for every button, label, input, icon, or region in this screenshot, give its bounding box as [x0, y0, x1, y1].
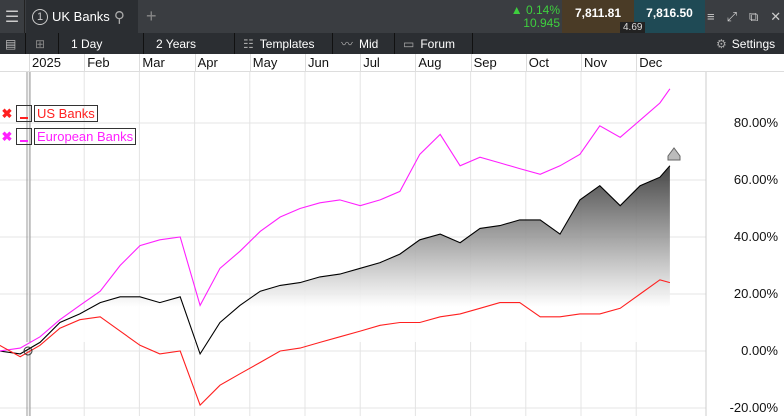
- x-tick-label: May: [252, 55, 278, 70]
- x-tick-label: Apr: [197, 55, 218, 70]
- toolbar: ▤ ⊞ 1 Day 2 Years ☷ Templates 〰 Mid ▭ Forum…: [0, 33, 784, 54]
- change-display: ▲ 0.14% 10.945: [510, 2, 560, 30]
- remove-series-icon[interactable]: ✖: [0, 128, 14, 145]
- x-tick-label: Mar: [142, 55, 165, 70]
- price-type-label: Mid: [359, 36, 379, 51]
- templates-label: Templates: [259, 36, 315, 51]
- spread-badge: 4.69: [620, 22, 646, 33]
- range-button[interactable]: 2 Years: [144, 33, 235, 54]
- x-tick-label: 2025: [32, 55, 61, 70]
- title-bar: ☰ 1 UK Banks ⚲ + ▲ 0.14% 10.945 7,811.81…: [0, 0, 784, 33]
- search-icon[interactable]: ⚲: [114, 8, 125, 26]
- menu-icon[interactable]: ☰: [0, 0, 25, 33]
- y-tick-label: 80.00%: [733, 115, 778, 130]
- sliders-icon: ☷: [243, 36, 254, 51]
- templates-button[interactable]: ☷ Templates: [235, 33, 333, 54]
- price-type-button[interactable]: 〰 Mid: [333, 33, 395, 54]
- y-tick-label: 60.00%: [733, 172, 778, 187]
- y-tick-label: -20.00%: [729, 400, 778, 415]
- x-tick-label: Aug: [418, 55, 442, 70]
- popout-icon[interactable]: ⧉: [749, 9, 758, 25]
- y-tick-label: 20.00%: [733, 286, 778, 301]
- legend-us-banks: ✖ US Banks: [0, 105, 98, 122]
- forum-label: Forum: [420, 36, 456, 51]
- interval-button[interactable]: 1 Day: [59, 33, 144, 54]
- x-tick-label: Nov: [584, 55, 608, 70]
- x-tick-label: Jul: [363, 55, 380, 70]
- tab-uk-banks[interactable]: 1 UK Banks ⚲: [26, 0, 138, 33]
- x-tick-label: Feb: [87, 55, 110, 70]
- layout-icon[interactable]: ⊞: [26, 33, 59, 54]
- chart-plot[interactable]: [0, 72, 784, 416]
- legend-label[interactable]: European Banks: [34, 128, 137, 145]
- x-tick-label: Oct: [528, 55, 550, 70]
- series-style-button[interactable]: [16, 128, 32, 145]
- tab-title: UK Banks: [52, 9, 110, 24]
- x-axis: 2025 Feb Mar Apr May Jun Jul Aug Sep Oct Nov Dec: [0, 54, 784, 72]
- y-tick-label: 40.00%: [733, 229, 778, 244]
- x-tick-label: Sep: [473, 55, 497, 70]
- resize-handle-icon[interactable]: ≡: [707, 9, 715, 24]
- forum-button[interactable]: ▭ Forum: [395, 33, 473, 54]
- change-value: 10.945: [523, 15, 560, 30]
- x-tick-label: Dec: [639, 55, 663, 70]
- tab-number: 1: [32, 8, 48, 25]
- speech-bubble-icon: ▭: [403, 36, 415, 51]
- uk-banks-area: [0, 165, 670, 354]
- list-icon[interactable]: ▤: [0, 33, 26, 54]
- legend-label[interactable]: US Banks: [34, 105, 98, 122]
- legend-european-banks: ✖ European Banks: [0, 128, 137, 145]
- close-icon[interactable]: ✕: [770, 9, 781, 25]
- settings-button[interactable]: ⚙ Settings: [712, 33, 784, 54]
- expand-icon[interactable]: ⤢: [727, 9, 737, 25]
- y-tick-label: 0.00%: [741, 343, 778, 358]
- remove-series-icon[interactable]: ✖: [0, 105, 14, 122]
- window-controls: ≡ ⤢ ⧉ ✕: [707, 0, 781, 33]
- gear-icon: ⚙: [716, 36, 727, 51]
- series-style-button[interactable]: [16, 105, 32, 122]
- change-pct: 0.14%: [525, 2, 560, 17]
- x-tick-label: Jun: [308, 55, 329, 70]
- scroll-to-end-icon: [667, 147, 681, 161]
- settings-label: Settings: [731, 36, 776, 51]
- add-tab-icon[interactable]: +: [146, 0, 157, 33]
- line-chart-icon: 〰: [341, 37, 354, 51]
